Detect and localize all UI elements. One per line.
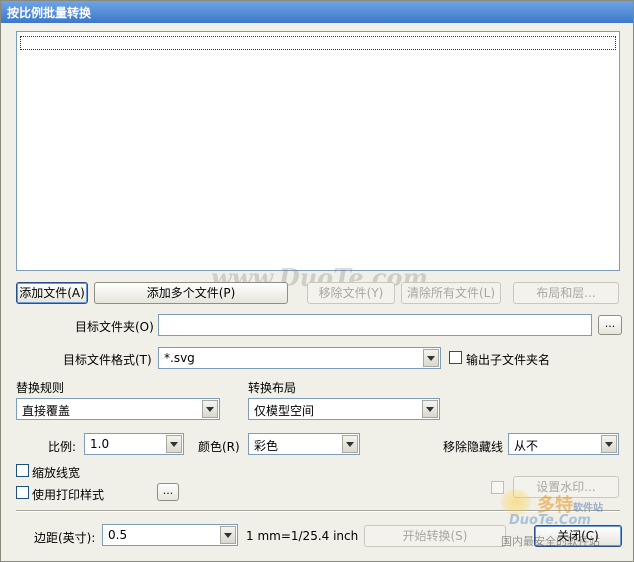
target-format-value: *.svg: [164, 351, 195, 365]
convert-layout-label: 转换布局: [248, 381, 297, 395]
replace-rule-select[interactable]: 直接覆盖: [16, 398, 220, 420]
color-label: 颜色(R): [198, 440, 240, 454]
print-style-browse-button[interactable]: ...: [157, 483, 179, 501]
scale-value: 1.0: [90, 437, 110, 451]
scale-linewidth-label: 缩放线宽: [32, 466, 81, 480]
close-button[interactable]: 关闭(C): [534, 525, 622, 547]
chevron-down-icon[interactable]: [342, 435, 358, 453]
chevron-down-icon[interactable]: [220, 526, 236, 544]
batch-convert-dialog: 按比例批量转换 www.DuoTe.com 添加文件(A) 添加多个文件(P) …: [0, 0, 634, 562]
scale-linewidth-checkbox[interactable]: [16, 464, 29, 477]
chevron-down-icon[interactable]: [601, 435, 617, 453]
scale-label: 比例:: [48, 440, 77, 454]
target-format-label: 目标文件格式(T): [63, 353, 152, 367]
use-print-style-label: 使用打印样式: [32, 488, 105, 502]
logo-text: 多特: [537, 495, 573, 516]
color-value: 彩色: [254, 439, 279, 453]
unit-note: 1 mm=1/25.4 inch: [246, 529, 359, 543]
chevron-down-icon[interactable]: [423, 349, 439, 367]
set-watermark-button[interactable]: 设置水印...: [513, 476, 619, 498]
remove-hidden-select[interactable]: 从不: [508, 433, 619, 455]
output-subfolder-checkbox[interactable]: [449, 351, 462, 364]
replace-rule-value: 直接覆盖: [22, 404, 71, 418]
add-multiple-files-button[interactable]: 添加多个文件(P): [94, 282, 288, 304]
use-print-style-checkbox[interactable]: [16, 486, 29, 499]
margin-select[interactable]: 0.5: [102, 524, 238, 546]
clear-all-files-button[interactable]: 清除所有文件(L): [401, 282, 501, 304]
chevron-down-icon[interactable]: [202, 400, 218, 418]
divider: [16, 510, 620, 512]
target-folder-label: 目标文件夹(O): [75, 320, 154, 334]
window-title: 按比例批量转换: [1, 1, 633, 23]
color-select[interactable]: 彩色: [248, 433, 360, 455]
chevron-down-icon[interactable]: [422, 400, 438, 418]
add-file-button[interactable]: 添加文件(A): [16, 282, 88, 304]
scale-select[interactable]: 1.0: [84, 433, 184, 455]
layout-and-layer-button[interactable]: 布局和层...: [513, 282, 619, 304]
remove-hidden-label: 移除隐藏线: [443, 440, 504, 454]
convert-layout-select[interactable]: 仅模型空间: [248, 398, 440, 420]
output-subfolder-label: 输出子文件夹名: [466, 353, 551, 367]
chevron-down-icon[interactable]: [166, 435, 182, 453]
watermark-checkbox[interactable]: [491, 481, 504, 494]
target-folder-input[interactable]: [158, 314, 592, 336]
start-convert-button[interactable]: 开始转换(S): [364, 525, 506, 547]
file-list[interactable]: [16, 31, 620, 271]
remove-file-button[interactable]: 移除文件(Y): [307, 282, 395, 304]
replace-rule-label: 替换规则: [16, 381, 65, 395]
remove-hidden-value: 从不: [514, 439, 539, 453]
margin-value: 0.5: [108, 528, 128, 542]
logo-small-text: 软件站: [573, 503, 603, 514]
list-focus-row: [20, 36, 616, 50]
browse-folder-button[interactable]: ...: [598, 315, 622, 335]
margin-label: 边距(英寸):: [34, 531, 96, 545]
target-format-select[interactable]: *.svg: [158, 347, 441, 369]
convert-layout-value: 仅模型空间: [254, 404, 315, 418]
